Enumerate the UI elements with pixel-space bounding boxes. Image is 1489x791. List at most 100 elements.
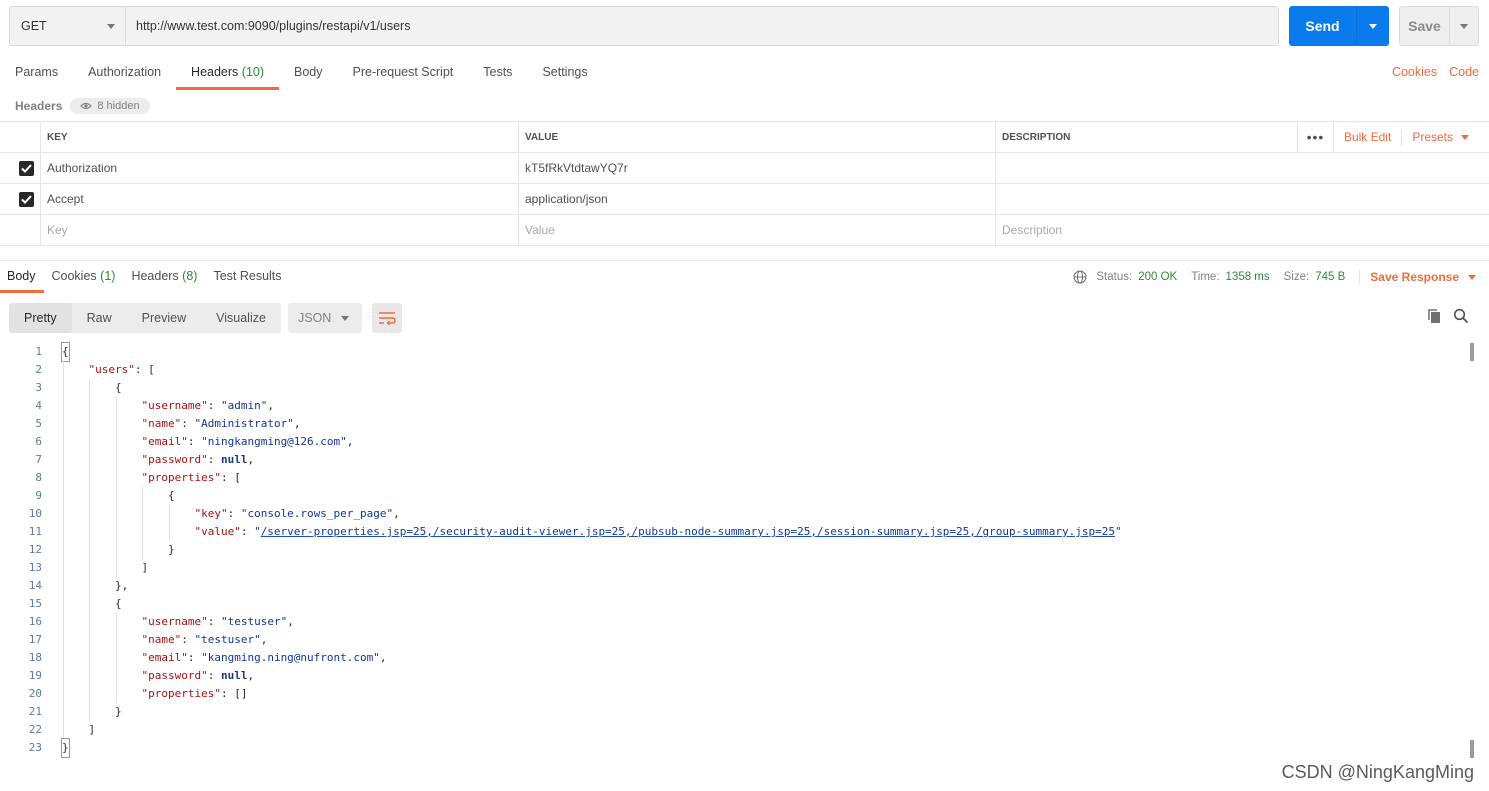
save-label[interactable]: Save — [1400, 7, 1450, 45]
code-token: , — [267, 399, 274, 412]
scrollbar-thumb[interactable] — [1470, 343, 1474, 361]
indent-guide — [89, 451, 91, 469]
header-description-cell[interactable] — [996, 184, 1489, 214]
save-options-button[interactable] — [1450, 7, 1478, 45]
send-options-button[interactable] — [1357, 6, 1389, 46]
more-options-icon[interactable]: ••• — [1296, 122, 1334, 152]
header-key-cell[interactable]: Authorization — [41, 153, 519, 183]
code-token: , — [260, 633, 268, 646]
code-text: "email": "kangming.ning@nufront.com", — [42, 649, 387, 667]
row-checkbox[interactable] — [19, 160, 34, 176]
cookies-link[interactable]: Cookies — [1392, 56, 1437, 90]
view-pretty[interactable]: Pretty — [9, 303, 72, 333]
tab-pre-request-script[interactable]: Pre-request Script — [338, 56, 469, 90]
code-text: { — [42, 379, 122, 397]
tab-response-body[interactable]: Body — [0, 261, 44, 293]
indent-guide — [63, 415, 64, 433]
view-visualize[interactable]: Visualize — [201, 303, 281, 333]
header-value-cell[interactable]: kT5fRkVtdtawYQ7r — [519, 153, 996, 183]
indent-guide — [115, 685, 117, 703]
indent-guide — [89, 685, 91, 703]
code-token: "ningkangming@126.com" — [201, 435, 347, 448]
url-input[interactable]: http://www.test.com:9090/plugins/restapi… — [126, 7, 1278, 45]
code-text: "users": [ — [42, 361, 155, 379]
new-key-input[interactable]: Key — [41, 215, 519, 245]
tab-response-headers[interactable]: Headers (8) — [123, 261, 205, 293]
code-token: } — [62, 543, 175, 556]
line-number: 14 — [28, 579, 42, 592]
code-text: "username": "admin", — [42, 397, 274, 415]
row-checkbox[interactable] — [19, 191, 34, 207]
send-button[interactable]: Send — [1289, 6, 1389, 46]
code-text: "username": "testuser", — [42, 613, 294, 631]
response-body-code[interactable]: 1{2 "users": [3 {4 "username": "admin", 5… — [0, 342, 1465, 758]
scrollbar-thumb-bottom[interactable] — [1470, 740, 1474, 758]
search-icon[interactable] — [1453, 308, 1469, 324]
header-value-cell[interactable]: application/json — [519, 184, 996, 214]
column-value: VALUE — [519, 122, 996, 152]
code-token: }, — [62, 579, 129, 592]
table-row-new: Key Value Description — [0, 215, 1489, 246]
tab-settings[interactable]: Settings — [527, 56, 602, 90]
line-number: 22 — [28, 723, 42, 736]
scrollbar[interactable] — [1468, 343, 1476, 758]
tab-authorization[interactable]: Authorization — [73, 56, 176, 90]
header-key-cell[interactable]: Accept — [41, 184, 519, 214]
code-token: , — [247, 453, 255, 466]
code-text: } — [42, 541, 175, 559]
chevron-down-icon — [1461, 134, 1469, 140]
globe-icon[interactable] — [1073, 270, 1087, 284]
tab-params[interactable]: Params — [0, 56, 73, 90]
tab-response-cookies[interactable]: Cookies (1) — [44, 261, 124, 293]
format-select[interactable]: JSON — [288, 303, 362, 333]
code-line: 9 { — [0, 487, 1465, 505]
code-line: 11 "value": "/server-properties.jsp=25,/… — [0, 523, 1465, 541]
copy-icon[interactable] — [1426, 308, 1442, 324]
new-value-input[interactable]: Value — [519, 215, 996, 245]
code-token: "name" — [141, 633, 182, 646]
chevron-down-icon — [1468, 274, 1476, 280]
presets-dropdown[interactable]: Presets — [1402, 130, 1489, 144]
bulk-edit-link[interactable]: Bulk Edit — [1334, 128, 1403, 146]
wrap-lines-button[interactable] — [372, 303, 402, 333]
line-number: 15 — [28, 597, 42, 610]
hidden-headers-toggle[interactable]: 8 hidden — [70, 98, 150, 114]
code-token: null — [220, 453, 248, 466]
code-text: "name": "testuser", — [42, 631, 267, 649]
code-line: 14 }, — [0, 577, 1465, 595]
indent-guide — [63, 469, 64, 487]
indent-guide — [89, 541, 91, 559]
check-icon — [21, 163, 32, 173]
code-token: , — [287, 615, 294, 628]
indent-guide — [89, 379, 91, 397]
chevron-down-icon — [1369, 23, 1377, 29]
indent-guide — [89, 487, 91, 505]
indent-guide — [115, 631, 117, 649]
send-label[interactable]: Send — [1289, 6, 1357, 46]
code-line: 23} — [0, 738, 1465, 758]
code-token: : — [187, 651, 202, 664]
indent-guide — [115, 523, 117, 541]
tab-headers[interactable]: Headers (10) — [176, 56, 279, 90]
save-response-button[interactable]: Save Response — [1359, 270, 1476, 284]
tab-test-results[interactable]: Test Results — [205, 261, 289, 293]
code-token: "admin" — [220, 399, 268, 412]
view-raw[interactable]: Raw — [72, 303, 127, 333]
tab-body[interactable]: Body — [279, 56, 338, 90]
tab-tests[interactable]: Tests — [468, 56, 527, 90]
code-token: , — [293, 417, 301, 430]
code-token: } — [61, 738, 70, 758]
line-number: 10 — [28, 507, 42, 520]
new-description-input[interactable]: Description — [996, 215, 1489, 245]
code-line: 5 "name": "Administrator", — [0, 415, 1465, 433]
headers-title: Headers — [15, 99, 63, 113]
view-preview[interactable]: Preview — [127, 303, 201, 333]
header-description-cell[interactable] — [996, 153, 1489, 183]
code-link[interactable]: Code — [1449, 56, 1479, 90]
save-button[interactable]: Save — [1399, 6, 1479, 46]
indent-guide — [142, 523, 144, 541]
code-token: : — [227, 507, 241, 520]
method-select[interactable]: GET — [10, 7, 126, 45]
